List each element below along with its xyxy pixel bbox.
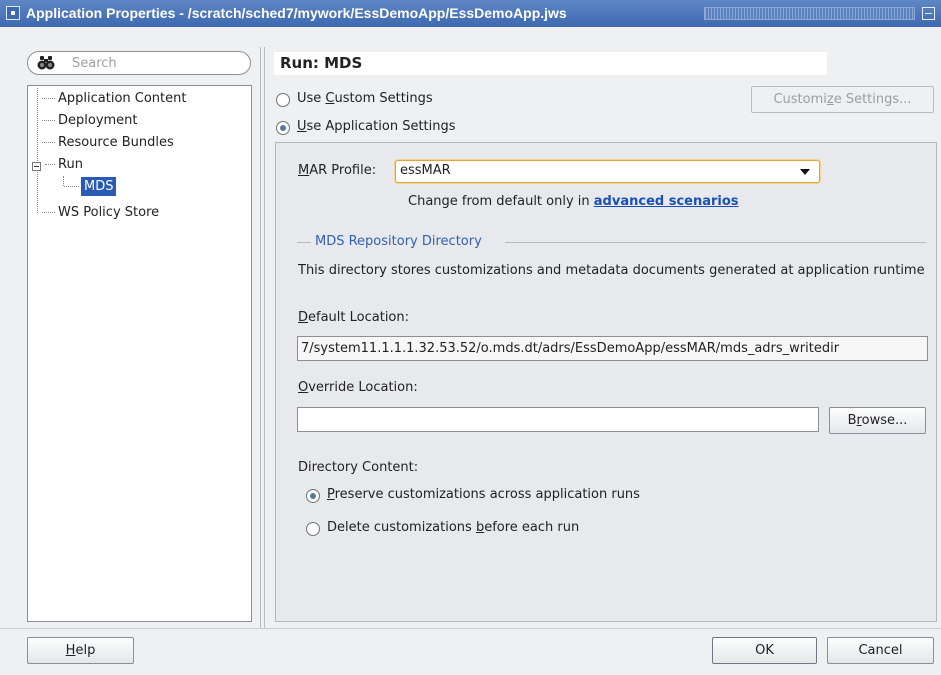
- tree-item-label: WS Policy Store: [58, 205, 160, 220]
- search-input[interactable]: [70, 54, 240, 72]
- preserve-customizations-label[interactable]: Preserve customizations across applicati…: [327, 487, 640, 502]
- tree-item-resource-bundles[interactable]: Resource Bundles: [42, 133, 174, 152]
- splitter[interactable]: [260, 47, 261, 628]
- tree-item-label: Resource Bundles: [58, 135, 174, 150]
- tree-connector: [37, 88, 38, 213]
- window-title: Application Properties - /scratch/sched7…: [26, 5, 567, 21]
- maximize-icon[interactable]: [922, 7, 935, 20]
- tree-connector: [63, 176, 64, 186]
- collapse-icon[interactable]: [32, 162, 41, 171]
- directory-content-label: Directory Content:: [298, 460, 419, 475]
- splitter-edge: [264, 47, 265, 628]
- dropdown-arrow-icon: [800, 169, 810, 175]
- delete-customizations-label[interactable]: Delete customizations before each run: [327, 520, 579, 535]
- tree-item-label: Application Content: [58, 91, 187, 106]
- group-border: [297, 242, 311, 243]
- mds-repository-description: This directory stores customizations and…: [298, 263, 925, 278]
- delete-customizations-radio[interactable]: [306, 522, 320, 536]
- change-note: Change from default only in advanced sce…: [408, 194, 739, 209]
- help-button[interactable]: Help: [27, 637, 134, 664]
- tree-item-deployment[interactable]: Deployment: [42, 111, 138, 130]
- override-location-label: Override Location:: [298, 380, 418, 395]
- use-application-settings-label[interactable]: Use Application Settings: [297, 119, 456, 134]
- title-bar[interactable]: Application Properties - /scratch/sched7…: [0, 0, 941, 27]
- footer-separator: [0, 628, 941, 629]
- use-custom-settings-label[interactable]: Use Custom Settings: [297, 91, 433, 106]
- use-custom-settings-radio[interactable]: [276, 93, 290, 107]
- use-application-settings-radio[interactable]: [276, 121, 290, 135]
- advanced-scenarios-link[interactable]: advanced scenarios: [594, 194, 739, 209]
- preserve-customizations-radio[interactable]: [306, 489, 320, 503]
- window-menu-icon[interactable]: [6, 6, 20, 20]
- binoculars-icon: [37, 56, 55, 70]
- tree-item-application-content[interactable]: Application Content: [42, 89, 187, 108]
- search-box[interactable]: [27, 51, 251, 75]
- tree-item-label: Deployment: [58, 113, 138, 128]
- default-location-field[interactable]: 7/system11.1.1.1.32.53.52/o.mds.dt/adrs/…: [297, 336, 928, 361]
- customize-settings-button[interactable]: Customize Settings...: [751, 86, 934, 113]
- page-header: Run: MDS: [274, 52, 827, 75]
- override-location-input[interactable]: [297, 407, 819, 432]
- mar-profile-label: MAR Profile:: [298, 163, 377, 178]
- tree-item-ws-policy-store[interactable]: WS Policy Store: [42, 203, 160, 222]
- tree-item-label: MDS: [81, 177, 117, 196]
- mds-repository-group-title: MDS Repository Directory: [315, 234, 482, 249]
- title-bar-grip: [704, 7, 915, 20]
- mar-profile-select[interactable]: essMAR: [395, 160, 820, 183]
- navigation-tree: Application Content Deployment Resource …: [27, 85, 252, 622]
- tree-item-run[interactable]: Run: [45, 155, 83, 174]
- tree-item-mds[interactable]: MDS: [64, 177, 117, 196]
- default-location-label: Default Location:: [298, 310, 410, 325]
- group-border: [505, 242, 926, 243]
- application-properties-dialog: Application Properties - /scratch/sched7…: [0, 0, 941, 675]
- mar-profile-value: essMAR: [400, 163, 451, 178]
- ok-button[interactable]: OK: [712, 637, 817, 664]
- cancel-button[interactable]: Cancel: [827, 637, 934, 664]
- browse-button[interactable]: Browse...: [829, 407, 926, 434]
- page-title: Run: MDS: [280, 54, 363, 72]
- tree-item-label: Run: [58, 157, 83, 172]
